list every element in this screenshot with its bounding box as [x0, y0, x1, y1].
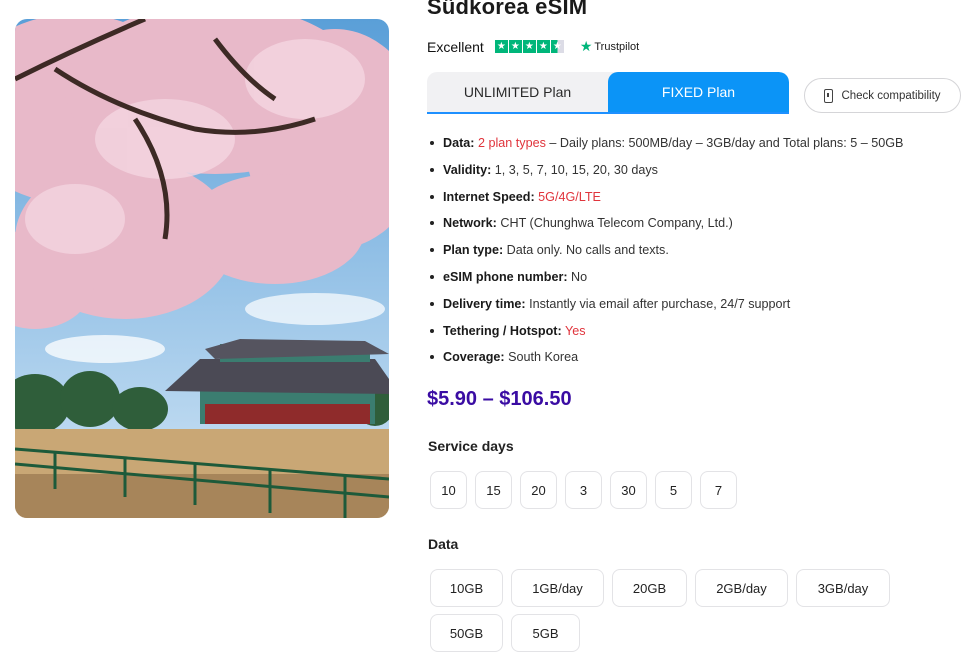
star-icon: ★ [508, 40, 522, 53]
service-day-option[interactable]: 5 [655, 471, 692, 509]
tab-fixed-plan[interactable]: FIXED Plan [608, 72, 789, 112]
feature-label: Coverage: [443, 350, 505, 365]
feature-tethering: Tethering / Hotspot: Yes [427, 321, 903, 348]
half-star-icon: ★ [550, 40, 564, 53]
product-image [15, 19, 389, 518]
service-day-option[interactable]: 3 [565, 471, 602, 509]
service-day-option[interactable]: 20 [520, 471, 557, 509]
service-days-options: 10 15 20 3 30 5 7 [430, 471, 737, 509]
feature-value: Data only. No calls and texts. [503, 243, 669, 258]
check-compatibility-label: Check compatibility [841, 89, 941, 102]
data-label: Data [428, 536, 459, 552]
trustpilot-label: Trustpilot [594, 40, 640, 53]
star-icon: ★ [536, 40, 550, 53]
feature-plan-type: Plan type: Data only. No calls and texts… [427, 240, 903, 267]
price-range: $5.90 – $106.50 [427, 388, 572, 410]
feature-value: 1, 3, 5, 7, 10, 15, 20, 30 days [491, 162, 658, 177]
service-day-option[interactable]: 7 [700, 471, 737, 509]
feature-internet-speed: Internet Speed: 5G/4G/LTE [427, 187, 903, 214]
feature-esim-phone-number: eSIM phone number: No [427, 267, 903, 294]
feature-label: Data: [443, 136, 475, 150]
data-options-row-1: 10GB 1GB/day 20GB 2GB/day 3GB/day [430, 569, 890, 607]
plan-features-list: Data: 2 plan types – Daily plans: 500MB/… [427, 133, 903, 374]
cherry-blossom-palace-image [15, 19, 389, 518]
feature-label: Plan type: [443, 243, 504, 258]
feature-label: Validity: [443, 162, 492, 177]
data-option[interactable]: 2GB/day [695, 569, 788, 607]
trustpilot-logo: ★ Trustpilot [580, 38, 639, 55]
feature-network: Network: CHT (Chunghwa Telecom Company, … [427, 213, 903, 240]
check-compatibility-button[interactable]: Check compatibility [804, 78, 961, 113]
product-title: Südkorea eSIM [427, 0, 588, 19]
rating-stars: ★ ★ ★ ★ ★ [494, 40, 564, 53]
feature-label: Network: [443, 216, 497, 231]
feature-value: 5G/4G/LTE [534, 189, 601, 204]
service-day-option[interactable]: 15 [475, 471, 512, 509]
feature-label: Internet Speed: [443, 189, 535, 204]
data-option[interactable]: 20GB [612, 569, 687, 607]
trustpilot-star-icon: ★ [579, 38, 593, 54]
feature-coverage: Coverage: South Korea [427, 347, 903, 374]
data-option[interactable]: 10GB [430, 569, 503, 607]
feature-value: Instantly via email after purchase, 24/7… [525, 296, 791, 311]
feature-label: eSIM phone number: [443, 269, 568, 284]
feature-delivery-time: Delivery time: Instantly via email after… [427, 294, 903, 321]
star-icon: ★ [522, 40, 536, 53]
trustpilot-rating[interactable]: Excellent ★ ★ ★ ★ ★ ★ Trustpilot [427, 38, 639, 55]
plan-tabs: UNLIMITED Plan FIXED Plan [427, 72, 789, 114]
feature-value: CHT (Chunghwa Telecom Company, Ltd.) [496, 216, 733, 231]
feature-value: Yes [561, 323, 586, 338]
tab-unlimited-plan[interactable]: UNLIMITED Plan [427, 72, 608, 112]
service-day-option[interactable]: 30 [610, 471, 647, 509]
feature-data: Data: 2 plan types – Daily plans: 500MB/… [427, 133, 903, 160]
feature-validity: Validity: 1, 3, 5, 7, 10, 15, 20, 30 day… [427, 160, 903, 187]
feature-value: No [567, 269, 588, 284]
data-option[interactable]: 1GB/day [511, 569, 604, 607]
plan-types-link[interactable]: 2 plan types [478, 136, 546, 150]
rating-word: Excellent [427, 38, 484, 55]
service-days-label: Service days [428, 438, 514, 454]
star-icon: ★ [494, 40, 508, 53]
phone-icon [824, 88, 834, 103]
data-option[interactable]: 3GB/day [796, 569, 890, 607]
data-option[interactable]: 5GB [511, 614, 580, 652]
data-options-row-2: 50GB 5GB [430, 614, 580, 652]
feature-label: Delivery time: [443, 296, 526, 311]
data-option[interactable]: 50GB [430, 614, 503, 652]
feature-value: – Daily plans: 500MB/day – 3GB/day and T… [545, 136, 904, 150]
feature-label: Tethering / Hotspot: [443, 323, 562, 338]
feature-value: South Korea [504, 350, 579, 365]
service-day-option[interactable]: 10 [430, 471, 467, 509]
